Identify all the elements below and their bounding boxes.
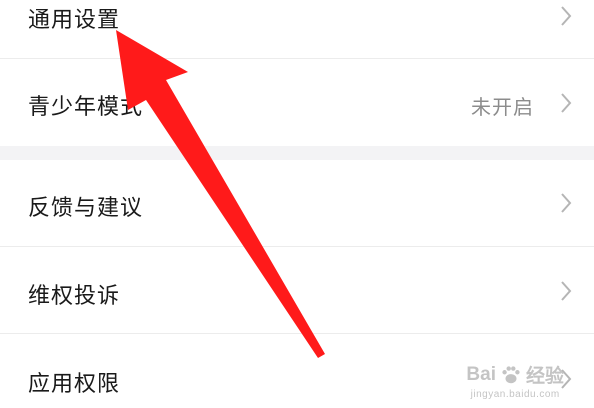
watermark: Bai 经验 jingyan.baidu.com — [466, 361, 564, 401]
settings-item-label: 维权投诉 — [28, 284, 121, 309]
settings-item-label: 青少年模式 — [28, 95, 144, 120]
settings-item-general[interactable]: 通用设置 — [0, 0, 594, 58]
section-gap — [0, 146, 594, 160]
paw-icon — [502, 365, 520, 383]
watermark-brand-left: Bai — [466, 363, 496, 385]
settings-item-feedback[interactable]: 反馈与建议 — [0, 160, 594, 246]
settings-item-label: 反馈与建议 — [28, 196, 144, 221]
chevron-right-icon — [561, 93, 572, 113]
settings-screen: 通用设置 青少年模式 未开启 反馈与建议 维权投诉 应用权限 Bai 经验 ji… — [0, 0, 594, 408]
chevron-right-icon — [561, 193, 572, 213]
settings-item-label: 应用权限 — [28, 372, 121, 397]
settings-item-value: 未开启 — [471, 95, 534, 119]
watermark-brand-right: 经验 — [525, 366, 564, 387]
chevron-right-icon — [561, 6, 572, 26]
settings-item-complaint[interactable]: 维权投诉 — [0, 247, 594, 333]
watermark-url: jingyan.baidu.com — [470, 389, 560, 400]
settings-item-teen-mode[interactable]: 青少年模式 未开启 — [0, 59, 594, 146]
settings-item-label: 通用设置 — [28, 8, 121, 33]
chevron-right-icon — [561, 281, 572, 301]
